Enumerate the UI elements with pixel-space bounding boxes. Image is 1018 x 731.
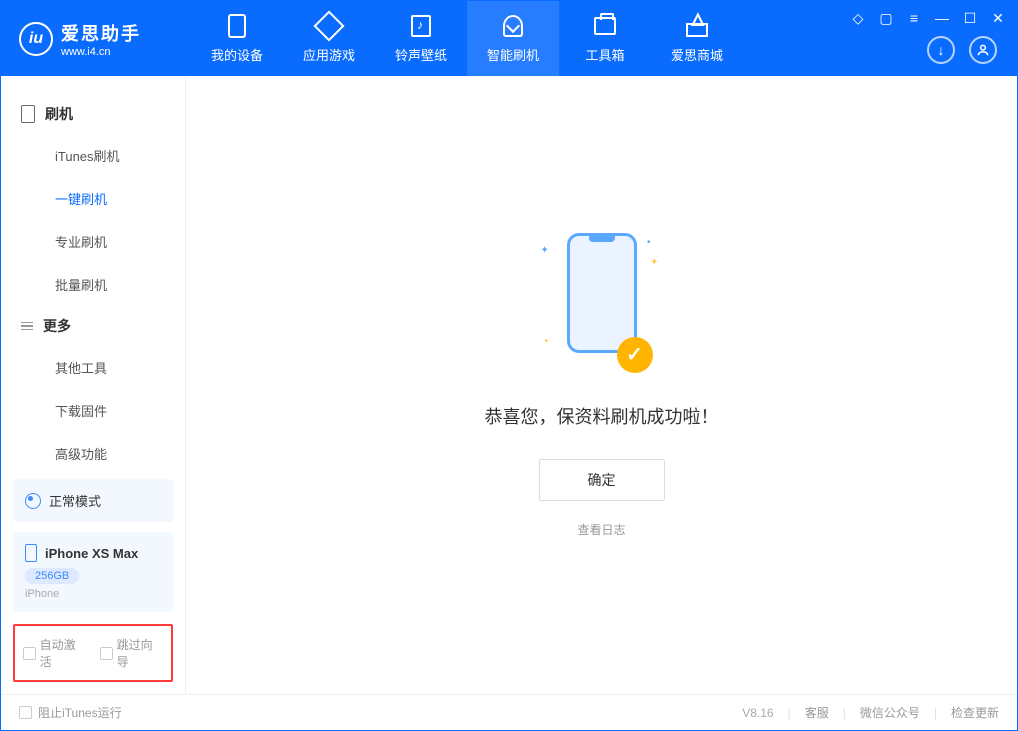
app-title: 爱思助手 bbox=[61, 20, 141, 46]
nav-label: 铃声壁纸 bbox=[395, 45, 447, 64]
sidebar-section-flash: 刷机 bbox=[1, 94, 185, 134]
app-body: 刷机 iTunes刷机 一键刷机 专业刷机 批量刷机 更多 其他工具 下载固件 … bbox=[1, 76, 1017, 694]
device-icon bbox=[224, 13, 250, 39]
nav-tabs: 我的设备 应用游戏 铃声壁纸 智能刷机 工具箱 爱思商城 bbox=[191, 1, 743, 76]
checkbox-label: 自动激活 bbox=[40, 636, 86, 670]
check-update-link[interactable]: 检查更新 bbox=[951, 704, 999, 721]
sparkle-icon: ✦ bbox=[650, 257, 658, 268]
separator: | bbox=[843, 706, 846, 720]
menu-icon[interactable]: ≡ bbox=[905, 9, 923, 27]
highlighted-checkbox-row: 自动激活 跳过向导 bbox=[13, 624, 173, 682]
shield-icon bbox=[500, 13, 526, 39]
user-icon[interactable] bbox=[969, 36, 997, 64]
nav-label: 智能刷机 bbox=[487, 45, 539, 64]
sidebar-section-more: 更多 bbox=[1, 306, 185, 346]
maximize-button[interactable]: ☐ bbox=[961, 9, 979, 27]
checkbox-icon bbox=[19, 706, 32, 719]
phone-frame-icon bbox=[567, 233, 637, 353]
ok-button[interactable]: 确定 bbox=[539, 459, 665, 501]
checkbox-icon bbox=[100, 647, 113, 660]
checkbox-auto-activate[interactable]: 自动激活 bbox=[23, 636, 86, 670]
nav-label: 爱思商城 bbox=[671, 45, 723, 64]
logo-text: 爱思助手 www.i4.cn bbox=[61, 20, 141, 58]
logo-section: iu 爱思助手 www.i4.cn bbox=[1, 20, 191, 58]
sidebar-item-pro-flash[interactable]: 专业刷机 bbox=[1, 220, 185, 263]
checkbox-icon bbox=[23, 647, 36, 660]
nav-tab-store[interactable]: 爱思商城 bbox=[651, 1, 743, 76]
mode-icon bbox=[25, 493, 41, 509]
store-icon bbox=[684, 13, 710, 39]
music-icon bbox=[408, 13, 434, 39]
main-content: ✦ ✦ • • ✓ 恭喜您，保资料刷机成功啦！ 确定 查看日志 bbox=[186, 76, 1017, 694]
phone-icon bbox=[25, 544, 37, 562]
skin-icon[interactable]: ◇ bbox=[849, 9, 867, 27]
footer-right: V8.16 | 客服 | 微信公众号 | 检查更新 bbox=[742, 704, 999, 721]
device-name: iPhone XS Max bbox=[45, 546, 138, 561]
cube-icon bbox=[316, 13, 342, 39]
device-capacity: 256GB bbox=[25, 568, 79, 584]
separator: | bbox=[934, 706, 937, 720]
sidebar-item-oneclick-flash[interactable]: 一键刷机 bbox=[1, 177, 185, 220]
sidebar: 刷机 iTunes刷机 一键刷机 专业刷机 批量刷机 更多 其他工具 下载固件 … bbox=[1, 76, 186, 694]
list-icon bbox=[21, 322, 33, 331]
view-log-link[interactable]: 查看日志 bbox=[577, 521, 625, 538]
checkbox-label: 跳过向导 bbox=[117, 636, 163, 670]
sparkle-icon: • bbox=[545, 336, 549, 347]
logo-icon: iu bbox=[19, 22, 53, 56]
sidebar-item-other-tools[interactable]: 其他工具 bbox=[1, 346, 185, 389]
app-url: www.i4.cn bbox=[61, 46, 141, 58]
nav-tab-toolbox[interactable]: 工具箱 bbox=[559, 1, 651, 76]
sidebar-item-itunes-flash[interactable]: iTunes刷机 bbox=[1, 134, 185, 177]
sidebar-item-download-firmware[interactable]: 下载固件 bbox=[1, 389, 185, 432]
checkbox-label: 阻止iTunes运行 bbox=[38, 704, 122, 721]
nav-label: 工具箱 bbox=[585, 45, 624, 64]
section-label: 刷机 bbox=[45, 104, 73, 124]
checkbox-skip-guide[interactable]: 跳过向导 bbox=[100, 636, 163, 670]
sparkle-icon: ✦ bbox=[541, 245, 549, 256]
nav-tab-ringtones[interactable]: 铃声壁纸 bbox=[375, 1, 467, 76]
device-name-row: iPhone XS Max bbox=[25, 544, 161, 562]
app-header: iu 爱思助手 www.i4.cn 我的设备 应用游戏 铃声壁纸 智能刷机 工具… bbox=[1, 1, 1017, 76]
phone-icon bbox=[21, 105, 35, 123]
device-type: iPhone bbox=[25, 588, 161, 600]
download-icon[interactable]: ↓ bbox=[927, 36, 955, 64]
nav-tab-flash[interactable]: 智能刷机 bbox=[467, 1, 559, 76]
section-label: 更多 bbox=[43, 316, 71, 336]
customer-service-link[interactable]: 客服 bbox=[805, 704, 829, 721]
close-button[interactable]: ✕ bbox=[989, 9, 1007, 27]
sparkle-icon: • bbox=[647, 237, 651, 248]
separator: | bbox=[788, 706, 791, 720]
header-actions: ↓ bbox=[927, 36, 997, 64]
nav-label: 我的设备 bbox=[211, 45, 263, 64]
wechat-link[interactable]: 微信公众号 bbox=[860, 704, 920, 721]
sidebar-item-advanced[interactable]: 高级功能 bbox=[1, 432, 185, 475]
sidebar-item-batch-flash[interactable]: 批量刷机 bbox=[1, 263, 185, 306]
toolbox-icon bbox=[592, 13, 618, 39]
check-badge-icon: ✓ bbox=[617, 337, 653, 373]
success-message: 恭喜您，保资料刷机成功啦！ bbox=[485, 403, 719, 429]
feedback-icon[interactable]: ▢ bbox=[877, 9, 895, 27]
version-label: V8.16 bbox=[742, 706, 773, 720]
nav-tab-apps[interactable]: 应用游戏 bbox=[283, 1, 375, 76]
minimize-button[interactable]: — bbox=[933, 9, 951, 27]
footer: 阻止iTunes运行 V8.16 | 客服 | 微信公众号 | 检查更新 bbox=[1, 694, 1017, 730]
nav-label: 应用游戏 bbox=[303, 45, 355, 64]
nav-tab-mydevice[interactable]: 我的设备 bbox=[191, 1, 283, 76]
checkbox-stop-itunes[interactable]: 阻止iTunes运行 bbox=[19, 704, 122, 721]
window-controls: ◇ ▢ ≡ — ☐ ✕ bbox=[849, 9, 1007, 27]
mode-label: 正常模式 bbox=[49, 491, 101, 510]
device-mode-card[interactable]: 正常模式 bbox=[13, 479, 173, 522]
success-illustration: ✦ ✦ • • ✓ bbox=[547, 233, 657, 373]
device-card[interactable]: iPhone XS Max 256GB iPhone bbox=[13, 532, 173, 612]
